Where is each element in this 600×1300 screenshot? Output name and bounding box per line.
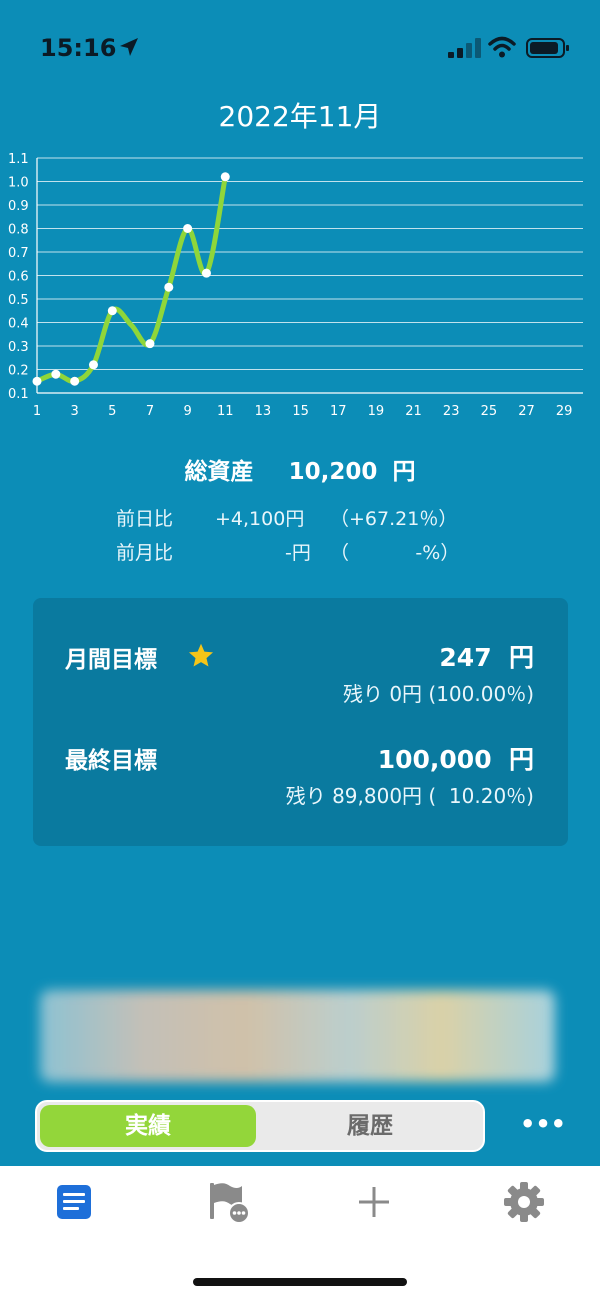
x-tick-label: 27 xyxy=(518,404,535,419)
daily-comparison-percent: （+67.21％） xyxy=(330,508,458,530)
y-tick-label: 0.8 xyxy=(8,223,29,238)
daily-comparison-label: 前日比 xyxy=(116,508,174,530)
data-point xyxy=(51,369,61,379)
x-tick-label: 5 xyxy=(108,404,116,419)
x-tick-label: 9 xyxy=(183,404,191,419)
total-assets: 総資産 10,200 円 xyxy=(0,452,600,486)
more-button[interactable]: ••• xyxy=(520,1110,566,1142)
series-line xyxy=(34,174,228,384)
segment-history-tab[interactable]: 履歴 xyxy=(259,1105,481,1147)
x-tick-label: 15 xyxy=(292,404,309,419)
month-title: 2022年11月 xyxy=(218,100,382,133)
y-tick-label: 1.0 xyxy=(8,176,29,191)
location-arrow-icon xyxy=(120,38,138,56)
monthly-comparison-row: 前月比 -円 （ -%） xyxy=(0,538,600,568)
flag-chat-icon[interactable] xyxy=(204,1178,252,1226)
final-goal-label: 最終目標 xyxy=(65,748,157,774)
data-point xyxy=(32,376,42,386)
y-tick-label: 0.7 xyxy=(8,246,29,261)
view-segmented-control[interactable]: 実績 履歴 xyxy=(35,1100,485,1152)
x-tick-label: 19 xyxy=(368,404,385,419)
x-tick-label: 25 xyxy=(481,404,498,419)
monthly-goal-remaining: 残り 0円 (100.00％) xyxy=(342,682,534,706)
status-time: 15:16 xyxy=(40,34,117,62)
y-tick-label: 0.2 xyxy=(8,364,29,379)
final-goal-value: 100,000 円 xyxy=(377,745,534,774)
data-point xyxy=(164,282,174,292)
plus-icon[interactable] xyxy=(350,1178,398,1226)
tab-bar xyxy=(0,1166,600,1300)
cellular-signal-icon xyxy=(448,38,481,58)
data-point xyxy=(220,172,230,182)
total-assets-label: 総資産 xyxy=(184,459,254,485)
goal-panel: 月間目標 247 円 残り 0円 (100.00％) 最終目標 100,000 … xyxy=(33,598,568,846)
y-tick-label: 0.4 xyxy=(8,317,29,332)
final-goal-remaining: 残り 89,800円 ( 10.20％) xyxy=(285,784,534,808)
asset-line-chart: 0.10.20.30.40.50.60.70.80.91.01.11 3 5 7 9 11… xyxy=(8,152,583,419)
segment-results-tab[interactable]: 実績 xyxy=(40,1105,256,1147)
y-tick-label: 0.6 xyxy=(8,270,29,285)
x-tick-label: 13 xyxy=(255,404,272,419)
data-point xyxy=(201,268,211,278)
data-point xyxy=(88,360,98,370)
y-tick-label: 0.3 xyxy=(8,340,29,355)
total-assets-unit: 円 xyxy=(392,459,416,485)
y-tick-label: 0.1 xyxy=(8,387,29,402)
data-point xyxy=(70,376,80,386)
x-tick-label: 17 xyxy=(330,404,347,419)
ad-banner[interactable] xyxy=(40,990,555,1082)
x-tick-label: 11 xyxy=(217,404,234,419)
x-tick-label: 29 xyxy=(556,404,573,419)
daily-comparison-amount: +4,100円 xyxy=(215,508,305,530)
home-indicator xyxy=(193,1278,407,1286)
x-tick-label: 7 xyxy=(146,404,154,419)
document-icon[interactable] xyxy=(50,1178,98,1226)
monthly-comparison-label: 前月比 xyxy=(116,542,174,564)
data-point xyxy=(107,306,117,316)
gear-icon[interactable] xyxy=(500,1178,548,1226)
battery-icon xyxy=(526,38,569,58)
star-icon[interactable] xyxy=(187,642,215,670)
daily-comparison-row: 前日比 +4,100円 （+67.21％） xyxy=(0,504,600,534)
x-tick-label: 23 xyxy=(443,404,460,419)
x-tick-label: 3 xyxy=(71,404,79,419)
y-tick-label: 1.1 xyxy=(8,152,29,167)
x-tick-label: 21 xyxy=(405,404,422,419)
x-tick-label: 1 xyxy=(33,404,41,419)
total-assets-value: 10,200 xyxy=(288,459,378,485)
wifi-icon xyxy=(488,36,516,58)
status-bar: 15:16 xyxy=(0,0,600,90)
monthly-goal-value: 247 円 xyxy=(439,643,534,672)
monthly-goal-label: 月間目標 xyxy=(65,647,157,673)
y-tick-label: 0.9 xyxy=(8,199,29,214)
monthly-comparison-percent: （ -%） xyxy=(330,542,460,564)
y-tick-label: 0.5 xyxy=(8,293,29,308)
data-point xyxy=(183,224,193,233)
data-point xyxy=(145,339,155,349)
monthly-comparison-amount: -円 xyxy=(285,542,311,564)
